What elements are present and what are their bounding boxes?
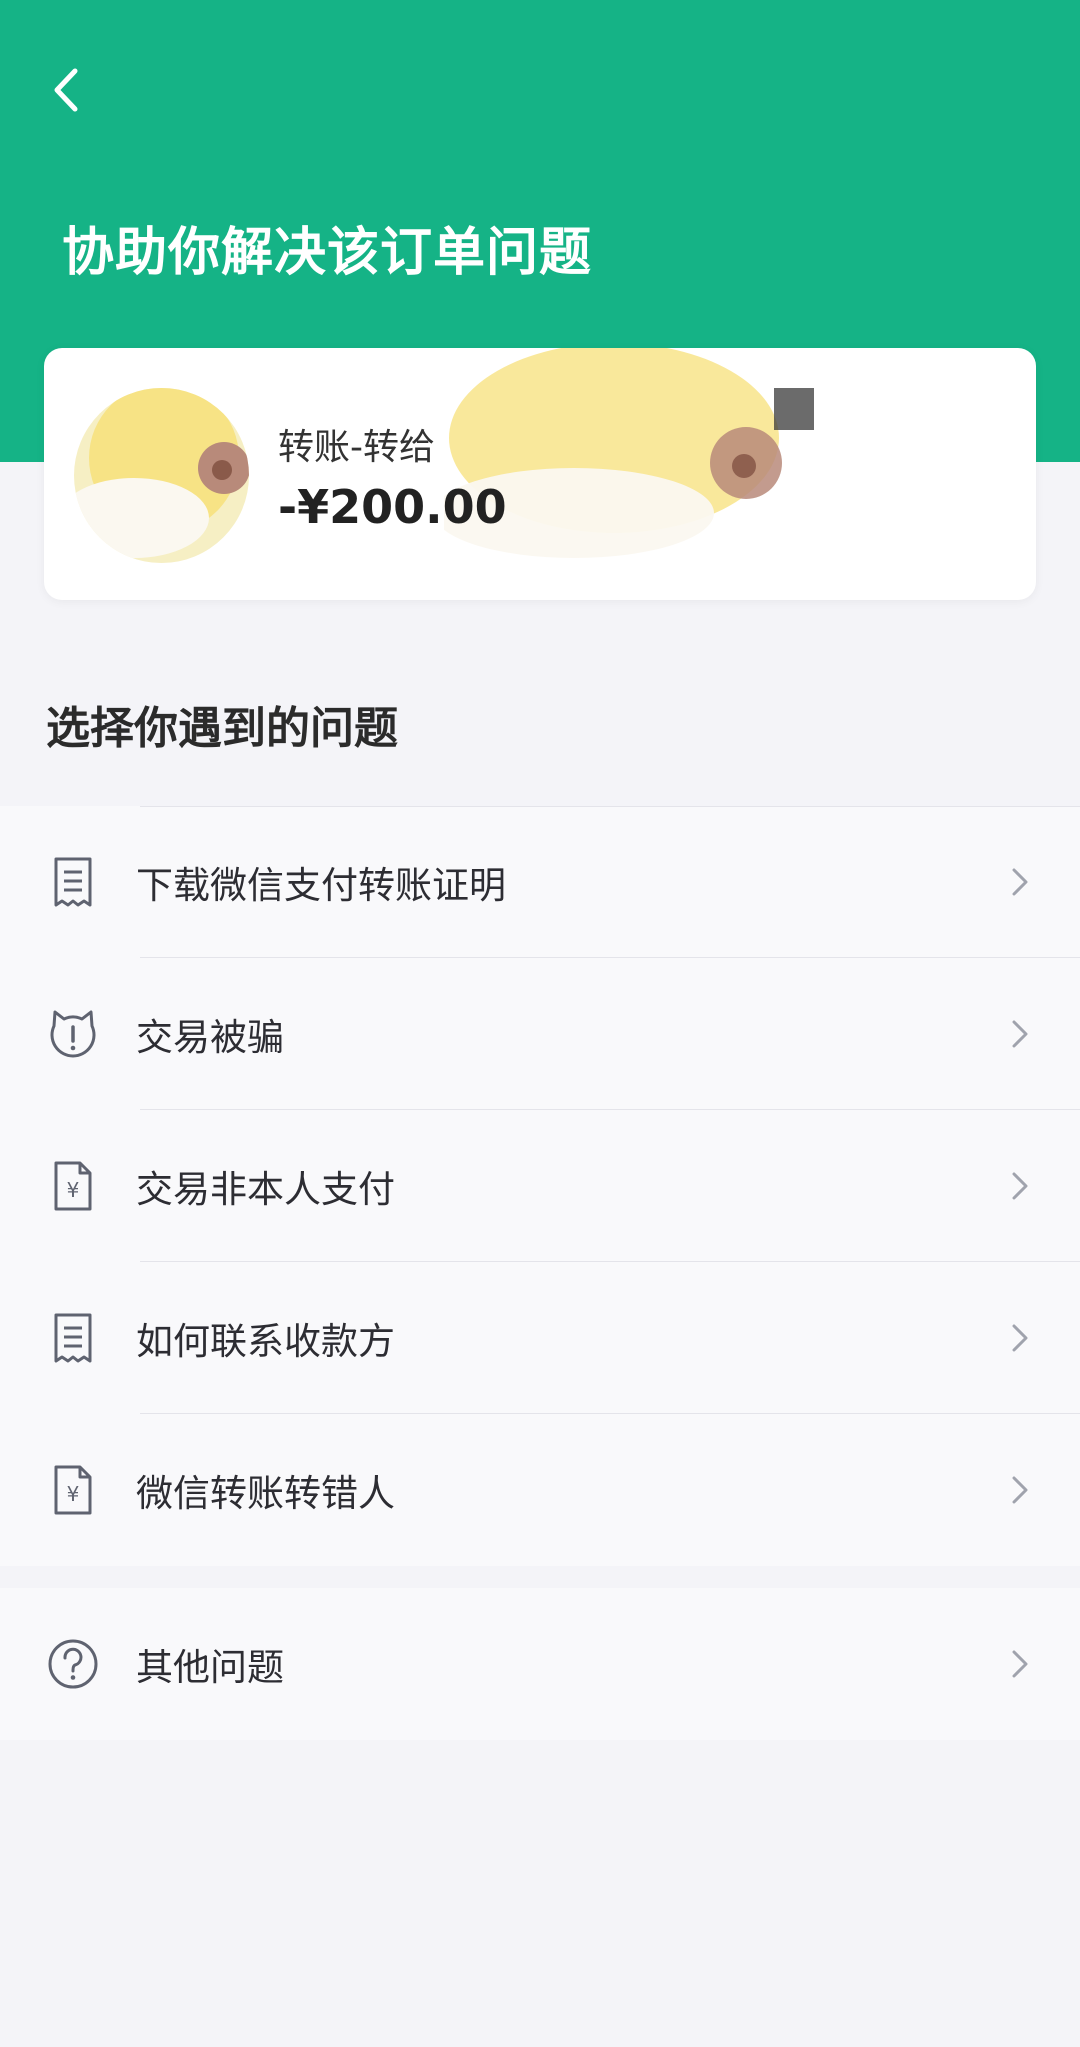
other-section: 其他问题 <box>0 1588 1080 1740</box>
issue-item-contact-payee[interactable]: 如何联系收款方 <box>0 1262 1080 1414</box>
sticker-overlay <box>444 348 814 558</box>
yuan-document-icon: ¥ <box>44 1157 102 1215</box>
yuan-document-icon: ¥ <box>44 1461 102 1519</box>
issue-item-wrong-recipient[interactable]: ¥ 微信转账转错人 <box>0 1414 1080 1566</box>
order-amount: -¥200.00 <box>278 480 507 534</box>
svg-text:¥: ¥ <box>67 1482 80 1506</box>
avatar <box>74 388 249 563</box>
issue-label: 下载微信支付转账证明 <box>136 864 506 907</box>
chevron-right-icon <box>1006 1318 1034 1358</box>
chevron-right-icon <box>1006 862 1034 902</box>
issue-item-transfer-proof[interactable]: 下载微信支付转账证明 <box>0 806 1080 958</box>
svg-text:¥: ¥ <box>67 1178 80 1202</box>
issue-item-other[interactable]: 其他问题 <box>0 1588 1080 1740</box>
issue-label: 如何联系收款方 <box>136 1320 395 1363</box>
chevron-right-icon <box>1006 1470 1034 1510</box>
chevron-left-icon <box>54 68 78 112</box>
chevron-right-icon <box>1006 1166 1034 1206</box>
page-title: 协助你解决该订单问题 <box>62 223 593 283</box>
receipt-icon <box>44 1309 102 1367</box>
chevron-right-icon <box>1006 1644 1034 1684</box>
receipt-icon <box>44 853 102 911</box>
order-title: 转账-转给 <box>278 427 435 468</box>
order-card[interactable]: 转账-转给 -¥200.00 <box>44 348 1036 600</box>
chevron-right-icon <box>1006 1014 1034 1054</box>
issue-list: 下载微信支付转账证明 交易被骗 ¥ 交易非本人支付 如何联系收款方 ¥ 微信转账… <box>0 806 1080 1566</box>
section-title: 选择你遇到的问题 <box>46 703 398 754</box>
issue-label: 交易非本人支付 <box>136 1168 395 1211</box>
issue-label: 其他问题 <box>136 1646 284 1689</box>
question-circle-icon <box>44 1635 102 1693</box>
issue-item-fraud[interactable]: 交易被骗 <box>0 958 1080 1110</box>
issue-item-not-self-paid[interactable]: ¥ 交易非本人支付 <box>0 1110 1080 1262</box>
alert-shield-icon <box>44 1005 102 1063</box>
back-button[interactable] <box>36 60 96 120</box>
issue-label: 交易被骗 <box>136 1016 284 1059</box>
issue-label: 微信转账转错人 <box>136 1472 395 1515</box>
